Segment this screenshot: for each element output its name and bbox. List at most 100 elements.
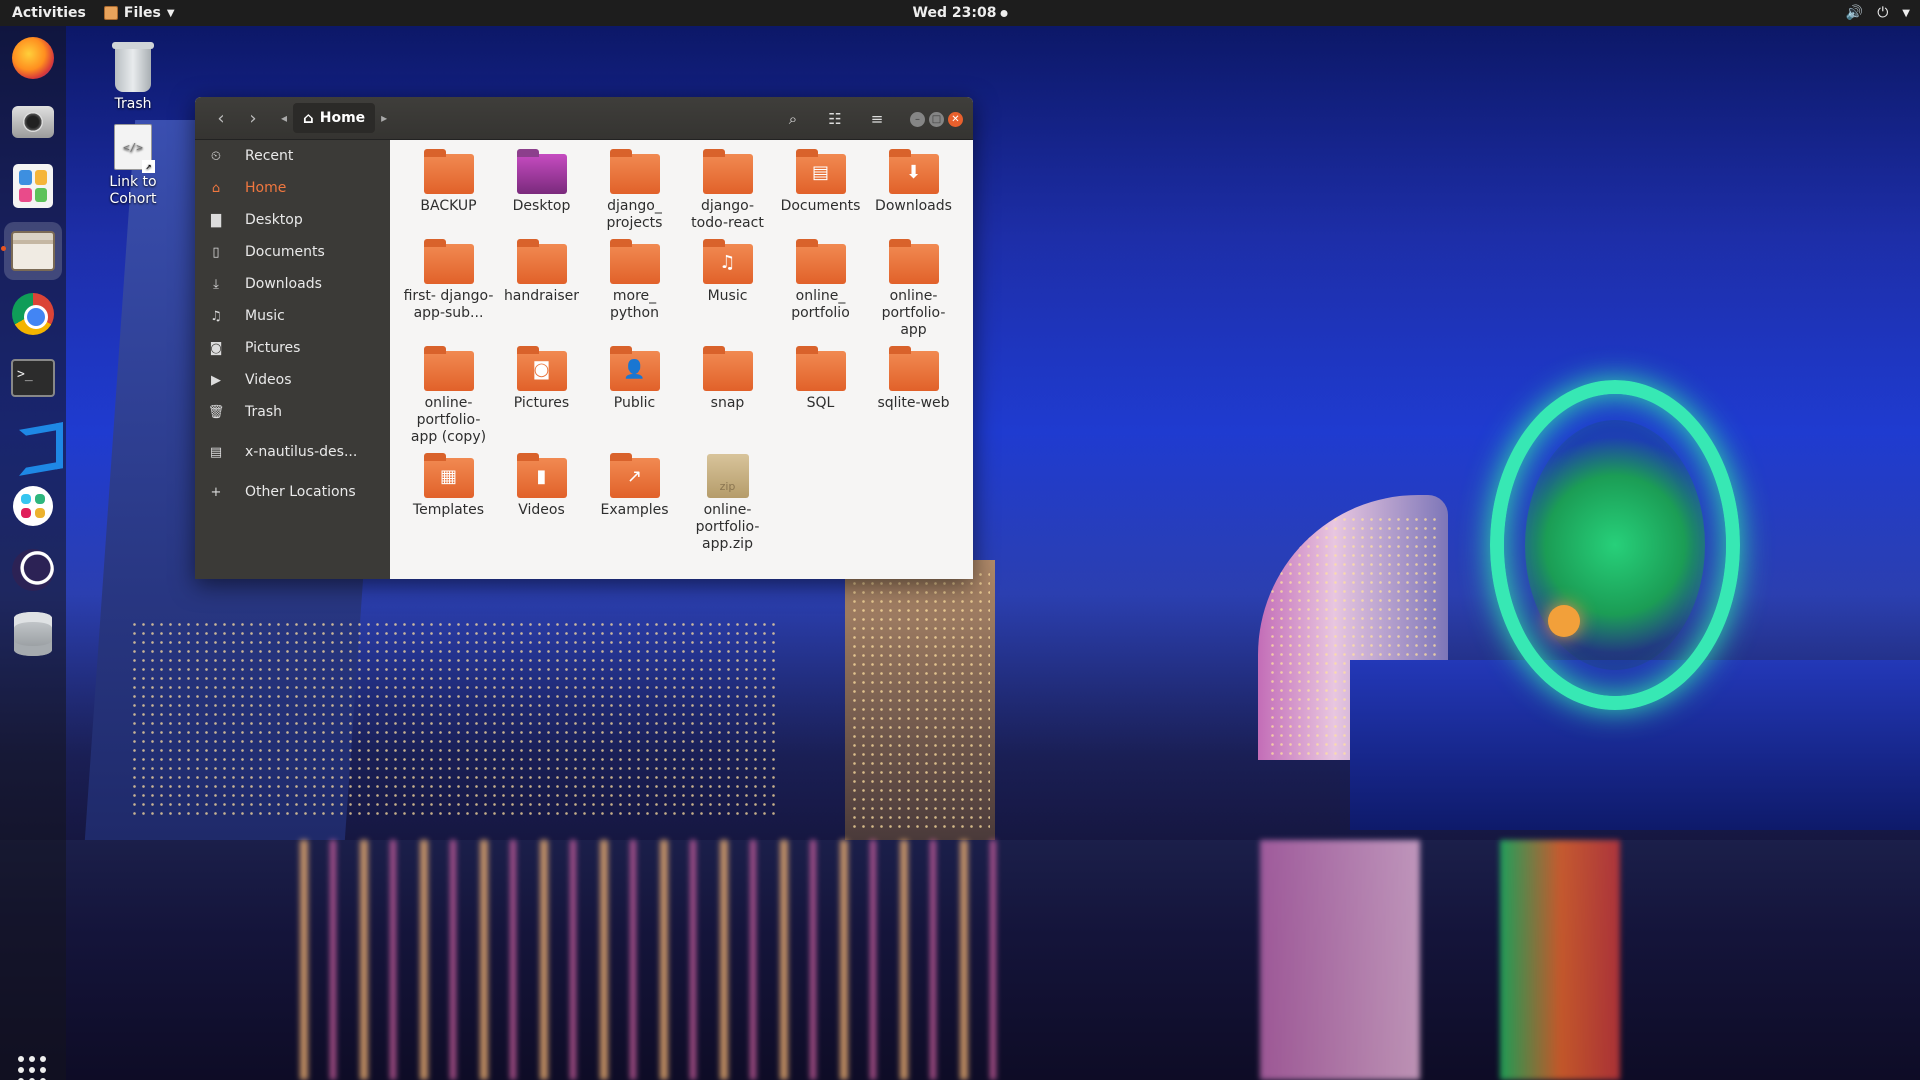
desktop-link-to-cohort[interactable]: </> Link to Cohort [88, 124, 178, 208]
emblem-icon: ♫ [719, 252, 736, 273]
sidebar-item-documents[interactable]: ▯ Documents [195, 236, 390, 268]
document-icon: ▯ [212, 244, 220, 260]
file-item[interactable]: django- todo-react [681, 149, 774, 232]
file-item[interactable]: ▮ Videos [495, 453, 588, 553]
path-crumb-home[interactable]: ⌂ Home [293, 103, 376, 133]
file-item[interactable]: ◙ Pictures [495, 346, 588, 446]
sidebar-item-x-nautilus-des[interactable]: ▤ x-nautilus-des... [195, 436, 390, 468]
file-item[interactable]: zip online- portfolio- app.zip [681, 454, 774, 553]
videos-folder-icon: ▮ [516, 453, 567, 498]
folder-icon [888, 346, 939, 391]
file-item-label: Desktop [512, 198, 571, 214]
file-item[interactable]: 👤 Public [588, 346, 681, 446]
power-icon[interactable]: ⏻ [1877, 5, 1888, 21]
camera-icon: ◙ [209, 340, 223, 356]
view-toggle-button[interactable]: ☷ [818, 104, 852, 134]
chevron-down-icon[interactable]: ▼ [1902, 8, 1910, 19]
sidebar-item-label: Recent [245, 148, 294, 164]
path-scroll-right-icon[interactable]: ▸ [375, 111, 393, 125]
dock-files[interactable] [1, 222, 62, 280]
file-item[interactable]: ↗ Examples [588, 453, 681, 553]
file-item[interactable]: ▦ Templates [402, 453, 495, 553]
minimize-icon[interactable]: – [910, 111, 925, 127]
sidebar-item-label: Downloads [245, 276, 322, 292]
files-icon [11, 231, 55, 271]
downloads-folder-icon: ⬇ [888, 149, 939, 194]
file-item[interactable]: ♫ Music [681, 239, 774, 339]
recent-icon: ⏲ [210, 148, 222, 164]
sidebar-item-home[interactable]: ⌂ Home [195, 172, 390, 204]
trash-icon: 🗑 [207, 404, 225, 420]
volume-icon[interactable]: 🔊 [1846, 5, 1863, 21]
app-menu[interactable]: Files ▼ [98, 5, 181, 21]
maximize-icon[interactable]: □ [929, 111, 944, 127]
dock-slack[interactable] [9, 482, 57, 530]
sidebar-item-videos[interactable]: ▶ Videos [195, 364, 390, 396]
file-item[interactable]: online_ portfolio [774, 239, 867, 339]
file-item-label: online- portfolio- app.zip [695, 502, 760, 552]
dock-chrome[interactable] [9, 290, 57, 338]
dock-camera[interactable] [9, 98, 57, 146]
sidebar-item-music[interactable]: ♫ Music [195, 300, 390, 332]
desktop-folder-icon [516, 149, 567, 194]
sidebar-item-trash[interactable]: 🗑 Trash [195, 396, 390, 428]
file-item[interactable]: BACKUP [402, 149, 495, 232]
back-button[interactable]: ‹ [205, 104, 237, 132]
file-item[interactable]: first- django- app-sub... [402, 239, 495, 339]
file-item-label: Videos [518, 502, 565, 518]
dock-firefox[interactable] [9, 34, 57, 82]
folder-icon [702, 149, 753, 194]
music-icon: ♫ [210, 308, 222, 324]
file-item[interactable]: Desktop [495, 149, 588, 232]
file-item-label: SQL [806, 395, 835, 411]
activities-button[interactable]: Activities [0, 5, 98, 21]
file-item[interactable]: online- portfolio- app [867, 239, 960, 339]
file-item-label: django- todo-react [691, 198, 764, 231]
dock-vscode[interactable] [9, 418, 57, 466]
sidebar-item-other-locations[interactable]: + Other Locations [195, 476, 390, 508]
sidebar-item-label: Music [245, 308, 285, 324]
system-tray[interactable]: 🔊 ⏻ ▼ [1846, 5, 1910, 21]
file-item[interactable]: django_ projects [588, 149, 681, 232]
clock[interactable]: Wed 23:08 [913, 5, 1008, 21]
file-item[interactable]: more_ python [588, 239, 681, 339]
places-sidebar: ⏲ Recent ⌂ Home ▇ Desktop ▯ Documents ⤓ Downloads… [195, 140, 390, 579]
show-applications-icon[interactable] [18, 1056, 46, 1080]
desktop-trash[interactable]: Trash [88, 42, 178, 112]
sidebar-item-downloads[interactable]: ⤓ Downloads [195, 268, 390, 300]
emblem-icon: zip [719, 480, 736, 493]
wallpaper-reflection-wheel [1500, 840, 1620, 1080]
desktop-link-label: Link to Cohort [109, 174, 157, 207]
folder-icon [609, 239, 660, 284]
file-item[interactable]: SQL [774, 346, 867, 446]
dock: >_ [0, 26, 66, 1080]
top-bar: Activities Files ▼ Wed 23:08 🔊 ⏻ ▼ [0, 0, 1920, 26]
file-item[interactable]: handraiser [495, 239, 588, 339]
folder-icon [795, 239, 846, 284]
file-item[interactable]: snap [681, 346, 774, 446]
search-button[interactable]: ⌕ [776, 104, 810, 134]
drive-icon: ▤ [209, 444, 223, 460]
dock-eclipse[interactable] [9, 546, 57, 594]
file-view: BACKUP Desktop django_ projects django- tod… [390, 140, 973, 579]
dock-terminal[interactable]: >_ [9, 354, 57, 402]
file-item[interactable]: ▤ Documents [774, 149, 867, 232]
sidebar-item-recent[interactable]: ⏲ Recent [195, 140, 390, 172]
forward-button[interactable]: › [237, 104, 269, 132]
path-scroll-left-icon[interactable]: ◂ [275, 111, 293, 125]
folder-icon [795, 346, 846, 391]
window-controls: – □ ✕ [910, 111, 963, 127]
dock-software[interactable] [9, 162, 57, 210]
close-icon[interactable]: ✕ [948, 111, 963, 127]
sidebar-item-desktop[interactable]: ▇ Desktop [195, 204, 390, 236]
dock-database[interactable] [9, 610, 57, 658]
file-item[interactable]: online- portfolio- app (copy) [402, 346, 495, 446]
file-item[interactable]: ⬇ Downloads [867, 149, 960, 232]
folder-icon [423, 346, 474, 391]
header-bar: ‹ › ◂ ⌂ Home ▸ ⌕ ☷ ≡ – □ ✕ [195, 97, 973, 140]
plus-icon: + [210, 484, 222, 500]
sidebar-item-pictures[interactable]: ◙ Pictures [195, 332, 390, 364]
menu-button[interactable]: ≡ [860, 104, 894, 134]
emblem-icon: ⬇ [905, 162, 922, 183]
file-item[interactable]: sqlite-web [867, 346, 960, 446]
